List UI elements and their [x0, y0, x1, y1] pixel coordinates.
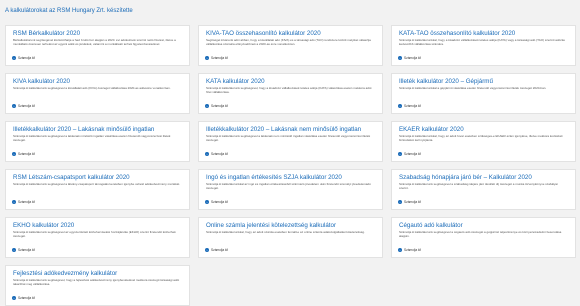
card-title-link[interactable]: Cégautó adó kalkulátor: [399, 222, 568, 230]
calculator-card: Online számla jelentési kötelezettség ka…: [198, 217, 383, 258]
calculate-button[interactable]: › Számolja ki!: [398, 152, 421, 156]
arrow-circle-icon: ›: [12, 152, 16, 156]
calculate-button-label: Számolja ki!: [18, 248, 36, 252]
calculator-card: EKAER kalkulátor 2020 Számolja ki kalkulá…: [391, 121, 576, 162]
calculate-button[interactable]: › Számolja ki!: [398, 104, 421, 108]
calculate-button-label: Számolja ki!: [211, 248, 229, 252]
calculate-button-label: Számolja ki!: [18, 56, 36, 60]
card-description: Számolja ki kalkulátorunkkal, hogy az ad…: [206, 231, 365, 234]
calculate-button[interactable]: › Számolja ki!: [12, 248, 35, 252]
calculate-button-label: Számolja ki!: [211, 56, 229, 60]
calculate-button-label: Számolja ki!: [211, 104, 229, 108]
calculator-card: Illeték kalkulátor 2020 – Gépjármű Számol…: [391, 73, 576, 114]
calculate-button[interactable]: › Számolja ki!: [205, 152, 228, 156]
card-description: Számolja ki kalkulátorunk segítségével, …: [13, 279, 180, 286]
card-title-link[interactable]: Illeték kalkulátor 2020 – Gépjármű: [399, 78, 568, 86]
card-title-link[interactable]: RSM Bérkalkulátor 2020: [13, 30, 182, 38]
calculate-button-label: Számolja ki!: [404, 152, 422, 156]
calculate-button-label: Számolja ki!: [404, 56, 422, 60]
card-title-link[interactable]: KIVA kalkulátor 2020: [13, 78, 182, 86]
calculate-button-label: Számolja ki!: [18, 200, 36, 204]
card-title-link[interactable]: RSM Létszám-csapatsport kalkulátor 2020: [13, 174, 182, 182]
card-description: Számolja ki kalkulátorunk segítségével a…: [206, 135, 371, 142]
calculator-card: KIVA kalkulátor 2020 Számolja ki kalkulát…: [5, 73, 190, 114]
arrow-circle-icon: ›: [205, 104, 209, 108]
arrow-circle-icon: ›: [205, 152, 209, 156]
calculator-grid: RSM Bérkalkulátor 2020 Bérkalkulátorunk s…: [5, 25, 576, 306]
calculate-button-label: Számolja ki!: [18, 152, 36, 156]
arrow-circle-icon: ›: [205, 56, 209, 60]
calculator-card: KATA-TAO összehasonlító kalkulátor 2020 S…: [391, 25, 576, 66]
calculate-button[interactable]: › Számolja ki!: [398, 56, 421, 60]
calculator-card: EKHO kalkulátor 2020 Számolja ki kalkulát…: [5, 217, 190, 258]
arrow-circle-icon: ›: [398, 248, 402, 252]
calculate-button[interactable]: › Számolja ki!: [12, 200, 35, 204]
card-description: Számolja ki kalkulátorunkkal, hogy az ad…: [399, 135, 563, 142]
page-title: A kalkulátorokat az RSM Hungary Zrt. kés…: [5, 8, 133, 14]
card-title-link[interactable]: KATA kalkulátor 2020: [206, 78, 375, 86]
calculator-card: Illetékkalkulátor 2020 – Lakásnak nem mi…: [198, 121, 383, 162]
card-description: Számolja ki kalkulátorunk segítségével a…: [399, 231, 562, 238]
calculate-button[interactable]: › Számolja ki!: [205, 56, 228, 60]
arrow-circle-icon: ›: [12, 296, 16, 300]
calculate-button-label: Számolja ki!: [404, 248, 422, 252]
calculate-button[interactable]: › Számolja ki!: [205, 200, 228, 204]
card-description: Számolja ki kalkulátorunkkal, hogy a kis…: [399, 39, 565, 46]
arrow-circle-icon: ›: [398, 152, 402, 156]
calculate-button[interactable]: › Számolja ki!: [205, 248, 228, 252]
calculator-card: Ingó és ingatlan értékesítés SZJA kalkul…: [198, 169, 383, 210]
arrow-circle-icon: ›: [398, 200, 402, 204]
card-description: Számolja ki kalkulátorunk segítségével a…: [399, 183, 558, 190]
card-title-link[interactable]: EKAER kalkulátor 2020: [399, 126, 568, 134]
calculate-button-label: Számolja ki!: [211, 200, 229, 204]
calculator-card: Cégautó adó kalkulátor Számolja ki kalkul…: [391, 217, 576, 258]
arrow-circle-icon: ›: [12, 248, 16, 252]
arrow-circle-icon: ›: [398, 56, 402, 60]
arrow-circle-icon: ›: [12, 56, 16, 60]
calculate-button[interactable]: › Számolja ki!: [12, 104, 35, 108]
card-title-link[interactable]: KATA-TAO összehasonlító kalkulátor 2020: [399, 30, 568, 38]
card-title-link[interactable]: Illetékkalkulátor 2020 – Lakásnak minősü…: [13, 126, 182, 134]
card-description: Bérkalkulátorunk segítségével kiszámítha…: [13, 39, 176, 46]
card-title-link[interactable]: Ingó és ingatlan értékesítés SZJA kalkul…: [206, 174, 375, 182]
calculator-card: RSM Bérkalkulátor 2020 Bérkalkulátorunk s…: [5, 25, 190, 66]
arrow-circle-icon: ›: [12, 200, 16, 204]
card-description: Számolja ki kalkulátorunkkal az ingó és …: [206, 183, 371, 190]
card-description: Számolja ki kalkulátorunk segítségével a…: [13, 135, 171, 142]
calculator-card: Illetékkalkulátor 2020 – Lakásnak minősü…: [5, 121, 190, 162]
calculate-button[interactable]: › Számolja ki!: [12, 296, 35, 300]
calculate-button[interactable]: › Számolja ki!: [205, 104, 228, 108]
calculate-button-label: Számolja ki!: [18, 296, 36, 300]
calculator-card: KIVA-TAO összehasonlító kalkulátor 2020 S…: [198, 25, 383, 66]
calculate-button-label: Számolja ki!: [18, 104, 36, 108]
calculate-button[interactable]: › Számolja ki!: [398, 200, 421, 204]
calculate-button-label: Számolja ki!: [404, 104, 422, 108]
calculator-card: RSM Létszám-csapatsport kalkulátor 2020 S…: [5, 169, 190, 210]
card-description: Számolja ki kalkulátorunk segítségével, …: [206, 87, 372, 94]
card-description: Számolja ki kalkulátorunk segítségével a…: [13, 183, 181, 186]
card-title-link[interactable]: Illetékkalkulátor 2020 – Lakásnak nem mi…: [206, 126, 375, 134]
calculate-button[interactable]: › Számolja ki!: [398, 248, 421, 252]
arrow-circle-icon: ›: [205, 200, 209, 204]
card-description: Segítséget kívánunk adni abban, hogy a k…: [206, 39, 371, 46]
calculate-button[interactable]: › Számolja ki!: [12, 56, 35, 60]
card-title-link[interactable]: Online számla jelentési kötelezettség ka…: [206, 222, 375, 230]
calculator-card: Fejlesztési adókedvezmény kalkulátor Szám…: [5, 265, 190, 306]
card-title-link[interactable]: EKHO kalkulátor 2020: [13, 222, 182, 230]
calculator-card: Szabadság hónapjára járó bér – Kalkuláto…: [391, 169, 576, 210]
card-title-link[interactable]: KIVA-TAO összehasonlító kalkulátor 2020: [206, 30, 375, 38]
calculate-button[interactable]: › Számolja ki!: [12, 152, 35, 156]
calculate-button-label: Számolja ki!: [404, 200, 422, 204]
arrow-circle-icon: ›: [12, 104, 16, 108]
card-title-link[interactable]: Fejlesztési adókedvezmény kalkulátor: [13, 270, 182, 278]
card-description: Számolja ki kalkulátorunkkal a gépjármű …: [399, 87, 547, 90]
arrow-circle-icon: ›: [205, 248, 209, 252]
card-description: Számolja ki kalkulátorunk segítségével a…: [13, 87, 171, 90]
arrow-circle-icon: ›: [398, 104, 402, 108]
card-title-link[interactable]: Szabadság hónapjára járó bér – Kalkuláto…: [399, 174, 568, 182]
calculator-card: KATA kalkulátor 2020 Számolja ki kalkulát…: [198, 73, 383, 114]
calculate-button-label: Számolja ki!: [211, 152, 229, 156]
card-description: Számolja ki kalkulátorunk segítségével a…: [13, 231, 176, 238]
